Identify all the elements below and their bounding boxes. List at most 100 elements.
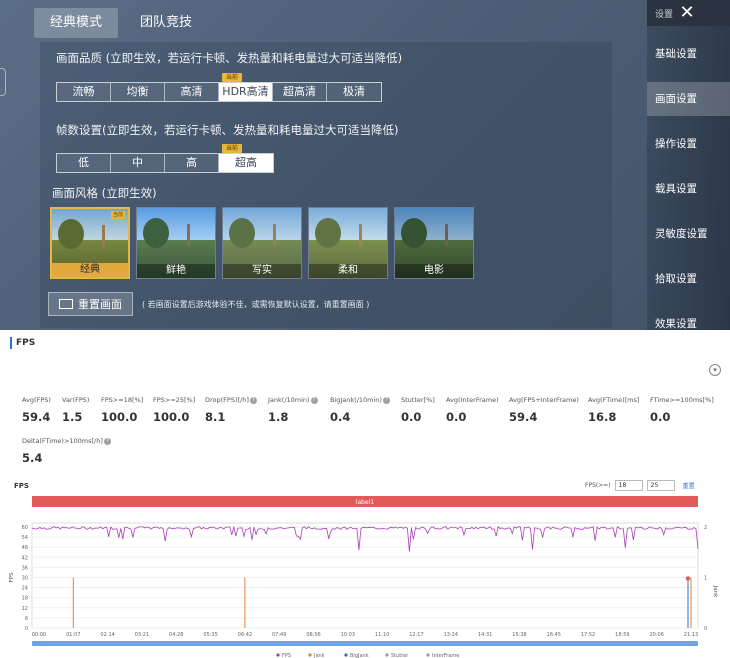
framerate-option-medium[interactable]: 中 — [111, 154, 165, 172]
x-tick-label: 11:10 — [375, 632, 389, 638]
framerate-option-high[interactable]: 高 — [165, 154, 219, 172]
metric-item: FPS>=25[%] 100.0 — [153, 396, 195, 424]
legend-marker — [385, 653, 389, 657]
style-options: 当前 经典 鲜艳 写实 柔和 电影 — [50, 207, 480, 279]
reset-graphics-button[interactable]: 重置画面 — [48, 292, 133, 316]
metric-label: BigJank(/10min) — [330, 396, 382, 404]
metric-label: Stutter[%] — [401, 396, 435, 404]
framerate-option-ultra-label: 超高 — [235, 156, 257, 169]
fps-filter-label: FPS(>=) — [585, 482, 611, 489]
style-option-vivid[interactable]: 鲜艳 — [136, 207, 216, 279]
x-tick-label: 15:38 — [512, 632, 526, 638]
y-tick-label: 18 — [22, 596, 28, 602]
sidebar-item-effects[interactable]: 效果设置 — [647, 307, 730, 330]
metric-value: 5.4 — [22, 451, 43, 465]
x-tick-label: 13:24 — [444, 632, 458, 638]
y-tick-label: 12 — [22, 606, 28, 612]
x-tick-label: 17:52 — [581, 632, 595, 638]
current-tag: 当前 — [222, 144, 242, 153]
filter-reset-link[interactable]: 重置 — [683, 481, 695, 490]
x-tick-label: 06:42 — [238, 632, 252, 638]
framerate-options: 低 中 高 当前 超高 — [56, 144, 274, 173]
y-tick-label: 42 — [22, 555, 28, 561]
quality-option-ultra-hd[interactable]: 超高清 — [273, 83, 327, 101]
y-axis-label: FPS — [9, 572, 15, 582]
y2-tick-label: 1 — [704, 576, 707, 582]
metric-item: FTime>=100ms[%] 0.0 — [650, 396, 714, 424]
metric-label: Avg(InterFrame) — [446, 396, 499, 404]
y2-axis-label: Jank — [712, 585, 718, 598]
legend-marker — [344, 653, 348, 657]
quality-option-smooth[interactable]: 流畅 — [57, 83, 111, 101]
close-icon[interactable]: ✕ — [677, 3, 697, 23]
metric-item: Avg(FPS+InterFrame) 59.4 — [509, 396, 579, 424]
plot-frame — [31, 522, 699, 629]
y2-tick-label: 2 — [704, 525, 707, 531]
legend-label: InterFrame — [432, 653, 459, 658]
y2-tick-label: 0 — [704, 626, 707, 632]
sidebar-item-basic[interactable]: 基础设置 — [647, 37, 730, 71]
style-option-realistic[interactable]: 写实 — [222, 207, 302, 279]
metric-item: Avg(FTime)[ms] 16.8 — [588, 396, 639, 424]
quality-option-hdr[interactable]: 当前 HDR高清 — [219, 73, 273, 101]
metric-value: 100.0 — [153, 410, 190, 424]
current-tag: 当前 — [111, 211, 125, 219]
side-drawer-handle[interactable] — [0, 68, 6, 96]
sidebar-item-pickup[interactable]: 拾取设置 — [647, 262, 730, 296]
sidebar-item-graphics[interactable]: 画面设置 — [647, 82, 730, 116]
metric-label: FTime>=100ms[%] — [650, 396, 714, 404]
settings-label: 设置 — [655, 10, 674, 20]
help-icon[interactable]: ? — [249, 396, 257, 404]
x-tick-label: 18:59 — [615, 632, 629, 638]
quality-option-extreme[interactable]: 极清 — [327, 83, 381, 101]
framerate-option-low[interactable]: 低 — [57, 154, 111, 172]
metric-label: FPS>=18[%] — [101, 396, 144, 404]
x-tick-label: 01:07 — [66, 632, 80, 638]
quality-section-title: 画面品质 (立即生效，若运行卡顿、发热量和耗电量过大可适当降低) — [56, 51, 403, 65]
metric-value: 0.0 — [401, 410, 422, 424]
metric-item: BigJank(/10min)? 0.4 — [330, 396, 390, 424]
y-tick-label: 36 — [22, 565, 28, 571]
legend-label: BigJank — [350, 653, 369, 658]
current-tag: 当前 — [222, 73, 242, 82]
legend-label: Jank — [313, 653, 325, 658]
reset-note: ( 若画面设置后游戏体验不佳，或需恢复默认设置，请重置画面 ) — [142, 300, 370, 309]
style-option-cinema[interactable]: 电影 — [394, 207, 474, 279]
help-icon[interactable]: ? — [310, 396, 318, 404]
metric-label: Avg(FTime)[ms] — [588, 396, 640, 404]
style-option-classic[interactable]: 当前 经典 — [50, 207, 130, 279]
quality-options: 流畅 均衡 高清 当前 HDR高清 超高清 极清 — [56, 73, 382, 102]
metric-label: Avg(FPS) — [22, 396, 51, 404]
metric-label: Drop(FPS)[/h] — [205, 396, 249, 404]
x-tick-label: 00:00 — [32, 632, 46, 638]
metric-item: FPS>=18[%] 100.0 — [101, 396, 143, 424]
metric-label: Delta(FTime)>100ms[/h] — [22, 437, 103, 445]
style-option-soft[interactable]: 柔和 — [308, 207, 388, 279]
metric-value: 59.4 — [509, 410, 538, 424]
sidebar-item-controls[interactable]: 操作设置 — [647, 127, 730, 161]
chevron-down-icon[interactable]: ▾ — [709, 364, 721, 376]
tab-classic-mode[interactable]: 经典模式 — [34, 8, 118, 38]
help-icon[interactable]: ? — [103, 437, 111, 445]
framerate-option-ultra[interactable]: 当前 超高 — [219, 144, 273, 172]
x-tick-label: 08:56 — [306, 632, 320, 638]
legend-marker — [276, 653, 280, 657]
quality-option-hd[interactable]: 高清 — [165, 83, 219, 101]
metric-value: 0.4 — [330, 410, 351, 424]
timeline-scrollbar — [32, 641, 698, 646]
chart-title: FPS — [14, 482, 29, 490]
fps-section-header: FPS — [10, 337, 35, 349]
sidebar-item-sensitivity[interactable]: 灵敏度设置 — [647, 217, 730, 251]
tab-team-deathmatch[interactable]: 团队竞技 — [124, 8, 208, 38]
style-option-label: 电影 — [395, 264, 473, 278]
help-icon[interactable]: ? — [382, 396, 390, 404]
metric-value: 1.8 — [268, 410, 289, 424]
style-option-label: 经典 — [52, 263, 128, 277]
quality-option-balanced[interactable]: 均衡 — [111, 83, 165, 101]
fps-report-panel: FPS ▾ Avg(FPS) 59.4 Var(FPS) 1.5 FPS>=18[%] 1… — [0, 330, 730, 658]
metric-label: FPS>=25[%] — [153, 396, 196, 404]
style-option-label: 柔和 — [309, 264, 387, 278]
metric-value: 8.1 — [205, 410, 226, 424]
fps-series-line — [31, 526, 699, 552]
sidebar-item-vehicle[interactable]: 载具设置 — [647, 172, 730, 206]
